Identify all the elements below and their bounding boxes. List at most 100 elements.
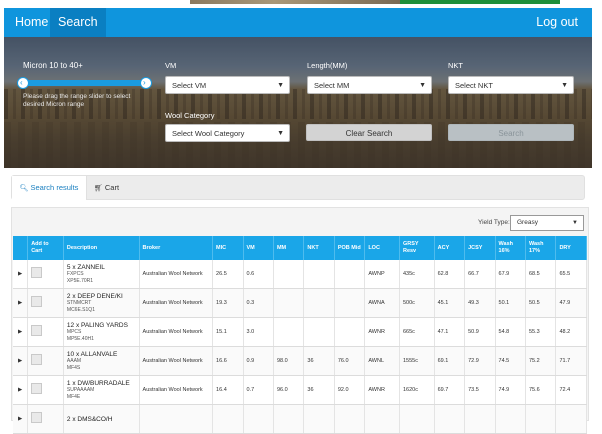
cell-w17 — [525, 404, 557, 434]
cell-pob — [334, 288, 366, 318]
expand-row-icon[interactable]: ▶ — [13, 375, 29, 405]
top-navbar: Home Search Log out — [4, 8, 592, 37]
table-row[interactable]: ▶ 2 x DMS&CO/H — [13, 404, 587, 434]
description-cell: 1 x DW/BURRADALE SUPAAAAM MF4E — [63, 375, 140, 405]
search-filter-panel: Micron 10 to 40+ ‹ › Please drag the ran… — [4, 37, 592, 168]
length-select-value: Select MM — [314, 81, 350, 90]
add-to-cart-checkbox[interactable] — [31, 325, 43, 336]
cell-dry: 72.4 — [555, 375, 587, 405]
description-cell: 10 x ALLANVALE AAAM MF4S — [63, 346, 140, 376]
add-to-cart-checkbox[interactable] — [31, 383, 43, 394]
expand-row-icon[interactable]: ▶ — [13, 288, 29, 318]
cell-w17: 50.5 — [525, 288, 557, 318]
vm-select[interactable]: Select VM ▼ — [165, 76, 290, 94]
cell-w17: 75.2 — [525, 346, 557, 376]
cell-broker — [139, 404, 214, 434]
slider-min-handle[interactable]: ‹ — [17, 77, 29, 89]
table-row[interactable]: ▶ 2 x DEEP DENE/KI STNMCRT MC6E.S1Q1 Austral… — [13, 288, 587, 318]
tab-search-results-label: Search results — [30, 183, 79, 192]
caret-down-icon: ▼ — [277, 82, 284, 89]
add-to-cart-cell — [27, 346, 64, 376]
add-to-cart-checkbox[interactable] — [31, 412, 43, 423]
lot-title: 2 x DMS&CO/H — [66, 415, 113, 423]
cell-nkt — [303, 288, 335, 318]
lot-reference: MF4E — [66, 393, 81, 400]
lot-code: STNMCRT — [66, 299, 92, 306]
expand-row-icon[interactable]: ▶ — [13, 260, 29, 289]
cell-vm: 0.6 — [243, 260, 274, 289]
cell-w16: 54.8 — [495, 317, 526, 347]
yield-type-value: Greasy — [517, 219, 538, 226]
nav-search-link[interactable]: Search — [50, 8, 106, 37]
cart-icon: 🛒︎ — [94, 185, 103, 192]
lot-reference: MF4S — [66, 364, 81, 371]
vm-select-value: Select VM — [172, 81, 207, 90]
column-header: GRSY Resv — [399, 236, 435, 260]
add-to-cart-cell — [27, 260, 64, 289]
slider-track[interactable] — [21, 80, 148, 86]
cell-acy: 47.1 — [434, 317, 466, 347]
add-to-cart-cell — [27, 404, 64, 434]
cell-mm — [273, 317, 305, 347]
expand-row-icon[interactable]: ▶ — [13, 346, 29, 376]
cell-jcsy — [464, 404, 496, 434]
micron-range-label: Micron 10 to 40+ — [23, 61, 83, 70]
micron-range-slider[interactable]: ‹ › — [17, 77, 152, 89]
results-tabs: 🔍︎ Search results 🛒︎ Cart — [11, 175, 585, 200]
cell-acy: 62.8 — [434, 260, 466, 289]
chevron-right-icon: › — [143, 78, 146, 87]
column-header: ACY — [434, 236, 466, 260]
cell-dry: 71.7 — [555, 346, 587, 376]
wool-category-select[interactable]: Select Wool Category ▼ — [165, 124, 290, 142]
lot-title: 2 x DEEP DENE/KI — [66, 292, 123, 300]
column-header: LOC — [364, 236, 400, 260]
column-header: DRY — [555, 236, 587, 260]
tab-search-results[interactable]: 🔍︎ Search results — [12, 176, 87, 200]
cell-loc: AWNL — [364, 346, 400, 376]
yield-type-select[interactable]: Greasy ▼ — [510, 215, 584, 231]
cell-w17: 68.5 — [525, 260, 557, 289]
tab-cart[interactable]: 🛒︎ Cart — [94, 176, 134, 200]
cell-w17: 75.6 — [525, 375, 557, 405]
cell-mic: 15.1 — [212, 317, 244, 347]
tab-cart-label: Cart — [104, 183, 120, 192]
cell-mic: 16.6 — [212, 346, 244, 376]
search-button[interactable]: Search — [448, 124, 574, 141]
nav-logout-link[interactable]: Log out — [528, 8, 586, 37]
cell-acy: 69.7 — [434, 375, 466, 405]
caret-down-icon: ▼ — [277, 130, 284, 137]
cell-vm: 3.0 — [243, 317, 274, 347]
expand-row-icon[interactable]: ▶ — [13, 317, 29, 347]
expand-row-icon[interactable]: ▶ — [13, 404, 29, 434]
cell-jcsy: 49.3 — [464, 288, 496, 318]
table-row[interactable]: ▶ 12 x PALING YARDS MPCS MP5E.40H1 Australia… — [13, 317, 587, 347]
lot-title: 10 x ALLANVALE — [66, 350, 118, 358]
wool-category-value: Select Wool Category — [172, 129, 245, 138]
banner-image-strip — [190, 0, 400, 4]
table-row[interactable]: ▶ 10 x ALLANVALE AAAM MF4S Australian Wool N… — [13, 346, 587, 376]
cell-loc: AWNA — [364, 288, 400, 318]
table-row[interactable]: ▶ 1 x DW/BURRADALE SUPAAAAM MF4E Australian … — [13, 375, 587, 405]
vm-label: VM — [165, 61, 177, 70]
cell-broker: Australian Wool Network — [139, 260, 214, 289]
cell-broker: Australian Wool Network — [139, 317, 214, 347]
cell-dry: 48.2 — [555, 317, 587, 347]
yield-type-label: Yield Type: — [478, 219, 510, 226]
slider-max-handle[interactable]: › — [140, 77, 152, 89]
cell-jcsy: 72.9 — [464, 346, 496, 376]
length-select[interactable]: Select MM ▼ — [307, 76, 432, 94]
add-to-cart-checkbox[interactable] — [31, 267, 43, 278]
cell-mm: 98.0 — [273, 346, 305, 376]
cell-grsy: 500c — [399, 288, 435, 318]
nkt-select[interactable]: Select NKT ▼ — [448, 76, 574, 94]
nav-home-link[interactable]: Home — [7, 8, 56, 37]
cell-dry — [555, 404, 587, 434]
clear-search-button[interactable]: Clear Search — [306, 124, 432, 141]
add-to-cart-checkbox[interactable] — [31, 354, 43, 365]
caret-down-icon: ▼ — [572, 220, 578, 226]
table-row[interactable]: ▶ 5 x ZANNEIL FXPCS XP5E.70R1 Australian Woo… — [13, 260, 587, 289]
column-header: POB Mid — [334, 236, 366, 260]
cell-dry: 47.9 — [555, 288, 587, 318]
cell-jcsy: 73.5 — [464, 375, 496, 405]
add-to-cart-checkbox[interactable] — [31, 296, 43, 307]
